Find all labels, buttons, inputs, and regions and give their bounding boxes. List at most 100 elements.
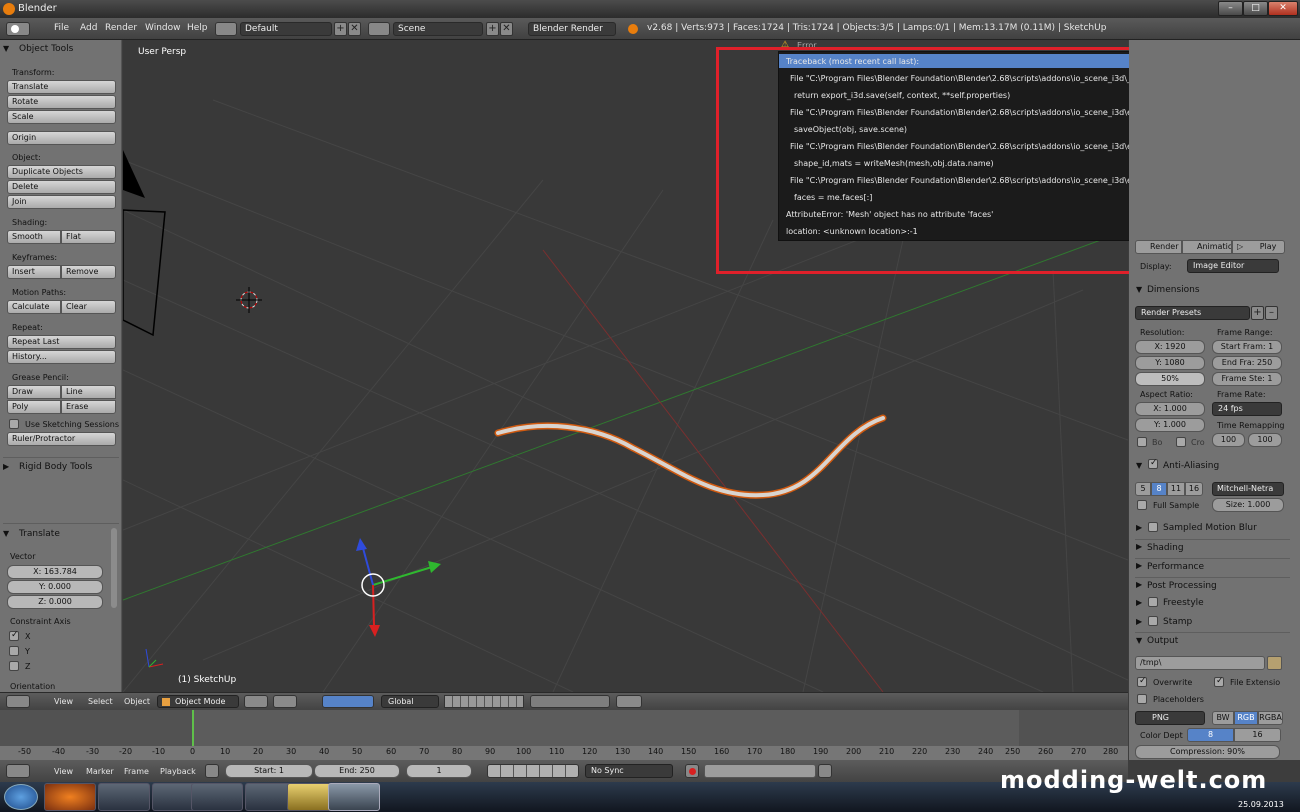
filter-size-field[interactable]: Size: 1.000 xyxy=(1212,498,1284,512)
display-select[interactable]: Image Editor xyxy=(1187,259,1279,273)
start-button[interactable] xyxy=(4,784,38,810)
minimize-button[interactable]: – xyxy=(1218,1,1243,16)
render-tab[interactable]: Render xyxy=(1135,240,1182,254)
sampled-motion-blur-header[interactable]: Sampled Motion Blur xyxy=(1163,523,1257,533)
editor-type-button[interactable] xyxy=(6,695,30,708)
render-engine-select[interactable]: Blender Render xyxy=(528,22,616,36)
folder-icon[interactable] xyxy=(1267,656,1282,670)
full-sample-checkbox[interactable] xyxy=(1137,500,1147,510)
freestyle-checkbox[interactable] xyxy=(1148,597,1158,607)
resolution-y-field[interactable]: Y: 1080 xyxy=(1135,356,1205,370)
shading-header[interactable]: Shading xyxy=(1135,539,1290,555)
anti-aliasing-header[interactable]: Anti-Aliasing xyxy=(1163,461,1219,471)
play-tab[interactable]: ▷ Play xyxy=(1232,240,1285,254)
outlook-taskbar-icon[interactable] xyxy=(98,783,150,811)
scene-icon[interactable] xyxy=(368,22,390,36)
color-rgb-button[interactable]: RGB xyxy=(1234,711,1258,725)
file-extension-checkbox[interactable]: ✓ xyxy=(1214,676,1224,687)
aspect-x-field[interactable]: X: 1.000 xyxy=(1135,402,1205,416)
menu-file[interactable]: File xyxy=(54,23,69,33)
frame-step-field[interactable]: Frame Ste: 1 xyxy=(1212,372,1282,386)
crop-checkbox[interactable] xyxy=(1176,437,1186,447)
current-frame-field[interactable]: 1 xyxy=(406,764,472,778)
line-button[interactable]: Line xyxy=(61,385,116,399)
record-button[interactable] xyxy=(685,764,699,778)
preview-range-toggle[interactable] xyxy=(205,764,219,778)
layout-grid-icon[interactable] xyxy=(215,22,237,36)
scale-button[interactable]: Scale xyxy=(7,110,116,124)
start-frame-field[interactable]: Start Fram: 1 xyxy=(1212,340,1282,354)
poly-button[interactable]: Poly xyxy=(7,400,61,414)
snap-buttons[interactable] xyxy=(530,695,610,708)
maximize-button[interactable]: □ xyxy=(1243,1,1268,16)
menu-add[interactable]: Add xyxy=(80,23,97,33)
post-processing-header[interactable]: Post Processing xyxy=(1135,577,1290,593)
viewport-shading-select[interactable] xyxy=(244,695,268,708)
manipulator-toggle[interactable] xyxy=(322,695,374,708)
object-menu[interactable]: Object xyxy=(124,697,150,706)
file-format-select[interactable]: PNG xyxy=(1135,711,1205,725)
motion-blur-checkbox[interactable] xyxy=(1148,522,1158,532)
aa-samples-11[interactable]: 11 xyxy=(1167,482,1185,496)
calculate-button[interactable]: Calculate xyxy=(7,300,61,314)
frame-menu[interactable]: Frame xyxy=(124,767,149,776)
add-layout-button[interactable]: + xyxy=(334,22,347,36)
view-menu[interactable]: View xyxy=(54,697,73,706)
editor-type-button[interactable] xyxy=(6,22,30,36)
animation-tab[interactable]: Animatio xyxy=(1182,240,1232,254)
stamp-checkbox[interactable] xyxy=(1148,616,1158,626)
history-button[interactable]: History... xyxy=(7,350,116,364)
rotate-button[interactable]: Rotate xyxy=(7,95,116,109)
vector-x-field[interactable]: X: 163.784 xyxy=(7,565,103,579)
performance-header[interactable]: Performance xyxy=(1135,558,1290,574)
interaction-mode-select[interactable]: Object Mode xyxy=(157,695,239,708)
render-presets-select[interactable]: Render Presets xyxy=(1135,306,1250,320)
keying-set-clear-button[interactable] xyxy=(818,764,832,778)
transform-manipulator[interactable] xyxy=(356,538,441,637)
freestyle-header[interactable]: Freestyle xyxy=(1163,598,1204,608)
constraint-z-checkbox[interactable] xyxy=(9,661,19,671)
anti-aliasing-checkbox[interactable]: ✓ xyxy=(1148,458,1158,469)
3d-cursor-icon[interactable] xyxy=(236,287,262,313)
keying-set-field[interactable] xyxy=(704,764,816,778)
orientation-select[interactable]: Global xyxy=(381,695,439,708)
remove-layout-button[interactable]: ✕ xyxy=(348,22,361,36)
remove-keyframe-button[interactable]: Remove xyxy=(61,265,116,279)
ruler-button[interactable]: Ruler/Protractor xyxy=(7,432,116,446)
render-preview-buttons[interactable] xyxy=(616,695,642,708)
dimensions-header[interactable]: Dimensions xyxy=(1135,282,1290,298)
add-preset-button[interactable]: + xyxy=(1251,306,1264,320)
color-bw-button[interactable]: BW xyxy=(1212,711,1234,725)
output-path-field[interactable]: /tmp\ xyxy=(1135,656,1265,670)
draw-button[interactable]: Draw xyxy=(7,385,61,399)
playback-menu[interactable]: Playback xyxy=(160,767,196,776)
repeat-last-button[interactable]: Repeat Last xyxy=(7,335,116,349)
firefox-taskbar-icon[interactable] xyxy=(44,783,96,811)
menu-help[interactable]: Help xyxy=(187,23,208,33)
close-button[interactable]: ✕ xyxy=(1268,1,1298,16)
expand-triangle-icon[interactable]: ▶ xyxy=(1136,617,1142,626)
curve-object[interactable] xyxy=(494,414,887,499)
sync-select[interactable]: No Sync xyxy=(585,764,673,778)
end-frame-field[interactable]: End: 250 xyxy=(314,764,400,778)
expand-triangle-icon[interactable]: ▶ xyxy=(1136,598,1142,607)
compression-slider[interactable]: Compression: 90% xyxy=(1135,745,1280,759)
vector-z-field[interactable]: Z: 0.000 xyxy=(7,595,103,609)
color-depth-16-button[interactable]: 16 xyxy=(1234,728,1281,742)
rigid-body-tools-title[interactable]: Rigid Body Tools xyxy=(19,462,92,472)
marker-menu[interactable]: Marker xyxy=(86,767,114,776)
color-rgba-button[interactable]: RGBA xyxy=(1258,711,1283,725)
select-menu[interactable]: Select xyxy=(88,697,113,706)
layer-buttons[interactable] xyxy=(444,695,524,708)
aa-filter-select[interactable]: Mitchell-Netra xyxy=(1212,482,1284,496)
translate-button[interactable]: Translate xyxy=(7,80,116,94)
toolshelf-scrollbar[interactable] xyxy=(111,528,117,608)
overwrite-checkbox[interactable]: ✓ xyxy=(1137,676,1147,687)
word-taskbar-icon[interactable] xyxy=(191,783,243,811)
pivot-select[interactable] xyxy=(273,695,297,708)
aa-samples-8[interactable]: 8 xyxy=(1151,482,1167,496)
flat-button[interactable]: Flat xyxy=(61,230,116,244)
origin-button[interactable]: Origin xyxy=(7,131,116,145)
collapse-triangle-icon[interactable]: ▼ xyxy=(3,529,9,538)
menu-render[interactable]: Render xyxy=(105,23,137,33)
